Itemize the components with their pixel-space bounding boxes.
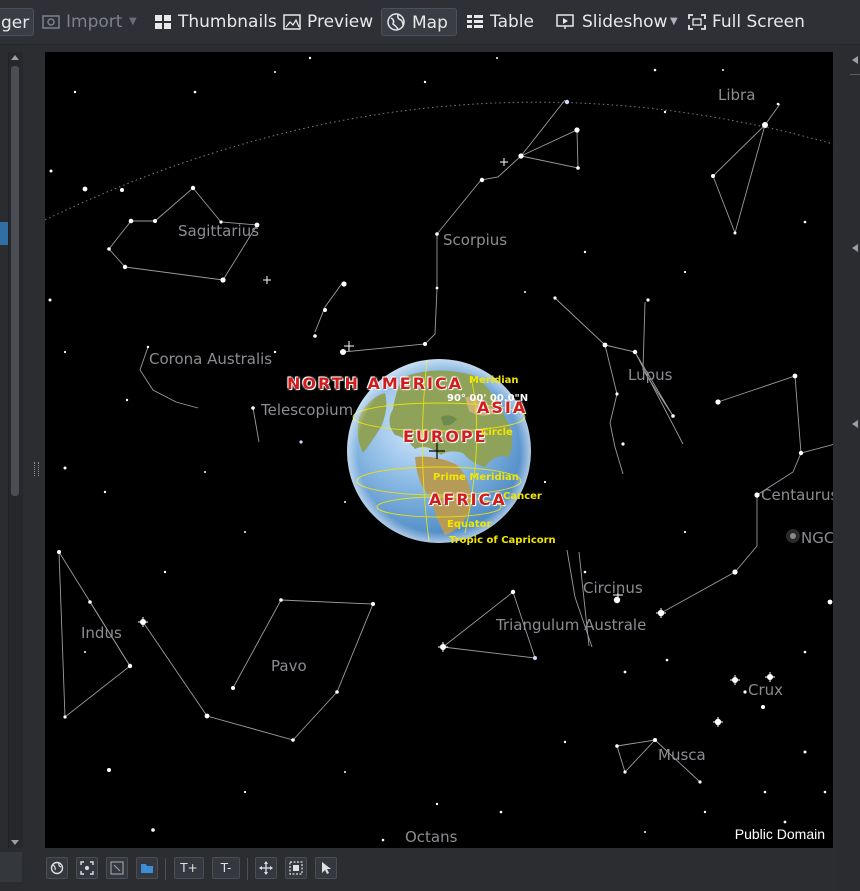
zoom-region-button[interactable]	[106, 857, 128, 879]
preview-icon	[283, 14, 301, 30]
map-button[interactable]: Map	[381, 8, 457, 36]
constellation-label: Pavo	[271, 657, 307, 675]
pointer-button[interactable]	[315, 857, 337, 879]
left-status-box	[0, 852, 22, 882]
table-icon	[467, 15, 483, 28]
scroll-down-icon[interactable]	[11, 840, 19, 845]
right-panel-expand-icon[interactable]	[852, 420, 858, 428]
fit-to-selection-button[interactable]	[76, 857, 98, 879]
right-panel-expand-icon[interactable]	[852, 56, 858, 64]
map-attribution: Public Domain	[734, 826, 825, 842]
thumbnails-button[interactable]: Thumbnails	[150, 8, 277, 36]
continent-label: NORTH AMERICA	[287, 374, 464, 393]
continent-label: AFRICA	[429, 490, 507, 509]
open-folder-button[interactable]	[136, 857, 158, 879]
table-button[interactable]: Table	[462, 8, 542, 36]
map-controls-bar: T+ T-	[45, 852, 845, 888]
main-toolbar: ger Import ▼ Thumbnails Preview Map Tabl…	[0, 0, 860, 45]
slideshow-icon	[556, 14, 574, 29]
right-panel-expand-icon[interactable]	[852, 244, 858, 252]
globe-settings-icon	[50, 861, 64, 875]
toolbar-separator	[165, 858, 166, 880]
constellation-label: Corona Australis	[149, 350, 273, 368]
folder-icon	[141, 864, 153, 873]
fit-to-selection-icon	[80, 861, 94, 875]
slideshow-dropdown-icon[interactable]: ▼	[670, 8, 678, 36]
globe-label: Prime Meridian	[433, 472, 519, 483]
globe-label: 90° 00' 00.0"N	[447, 393, 529, 404]
globe-label: Cancer	[503, 491, 542, 502]
ecliptic-line	[45, 101, 833, 221]
import-dropdown-icon[interactable]: ▼	[129, 8, 137, 36]
import-icon	[42, 15, 60, 29]
map-view[interactable]: Libra Sagittarius Scorpius Corona Austra…	[45, 52, 833, 848]
constellation-label: Telescopium	[261, 401, 354, 419]
move-button[interactable]	[255, 857, 277, 879]
constellation-label: Lupus	[628, 366, 673, 384]
preview-button[interactable]: Preview	[279, 8, 374, 36]
zoom-in-button[interactable]: T+	[174, 857, 204, 879]
scrollbar-thumb[interactable]	[11, 66, 19, 496]
globe-label: Meridian	[469, 375, 519, 386]
right-panel-divider	[850, 74, 860, 75]
map-label: Map	[412, 13, 448, 33]
zoom-out-button[interactable]: T-	[212, 857, 240, 879]
zoom-region-icon	[110, 861, 124, 875]
fullscreen-button[interactable]: Full Screen	[684, 8, 805, 36]
fullscreen-icon	[688, 14, 706, 30]
globe-icon	[387, 13, 405, 31]
earth-globe[interactable]: NORTH AMERICA ASIA EUROPE AFRICA Meridia…	[287, 357, 556, 546]
left-splitter-handle[interactable]	[34, 462, 39, 476]
import-button[interactable]: Import	[38, 8, 126, 36]
constellation-label: Circinus	[583, 579, 643, 597]
move-icon	[259, 861, 273, 875]
scroll-up-icon[interactable]	[11, 55, 19, 60]
constellation-label: Libra	[718, 86, 756, 104]
constellation-label: NGC	[801, 529, 833, 547]
select-region-icon	[289, 861, 303, 875]
manager-label: ger	[1, 13, 30, 33]
select-region-button[interactable]	[285, 857, 307, 879]
continent-label: EUROPE	[403, 427, 488, 446]
right-sidebar	[838, 45, 860, 891]
left-scrollbar[interactable]	[8, 52, 23, 848]
preview-label: Preview	[307, 12, 374, 32]
toolbar-separator	[247, 858, 248, 880]
import-label: Import	[66, 12, 123, 32]
slideshow-label: Slideshow	[582, 12, 668, 32]
constellation-label: Scorpius	[443, 231, 508, 249]
fullscreen-label: Full Screen	[712, 12, 805, 32]
globe-label: Tropic of Capricorn	[449, 535, 556, 546]
constellation-label: Centaurus	[761, 486, 833, 504]
constellation-label: Crux	[748, 681, 784, 699]
globe-settings-button[interactable]	[46, 857, 68, 879]
constellation-label: Triangulum Australe	[496, 616, 647, 634]
constellation-label: Octans	[405, 828, 458, 846]
manager-button[interactable]: ger	[0, 8, 34, 36]
constellation-label: Indus	[81, 624, 122, 642]
thumbnails-icon	[155, 15, 171, 29]
globe-label: Equator	[447, 519, 492, 530]
slideshow-button[interactable]: Slideshow	[552, 8, 668, 36]
constellation-label: Sagittarius	[178, 222, 260, 240]
pointer-icon	[322, 862, 331, 874]
thumbnails-label: Thumbnails	[178, 12, 277, 32]
globe-label: Circle	[481, 427, 513, 438]
left-sidebar-selected-item[interactable]	[0, 222, 8, 245]
constellation-label: Musca	[658, 746, 706, 764]
table-label: Table	[490, 12, 534, 32]
